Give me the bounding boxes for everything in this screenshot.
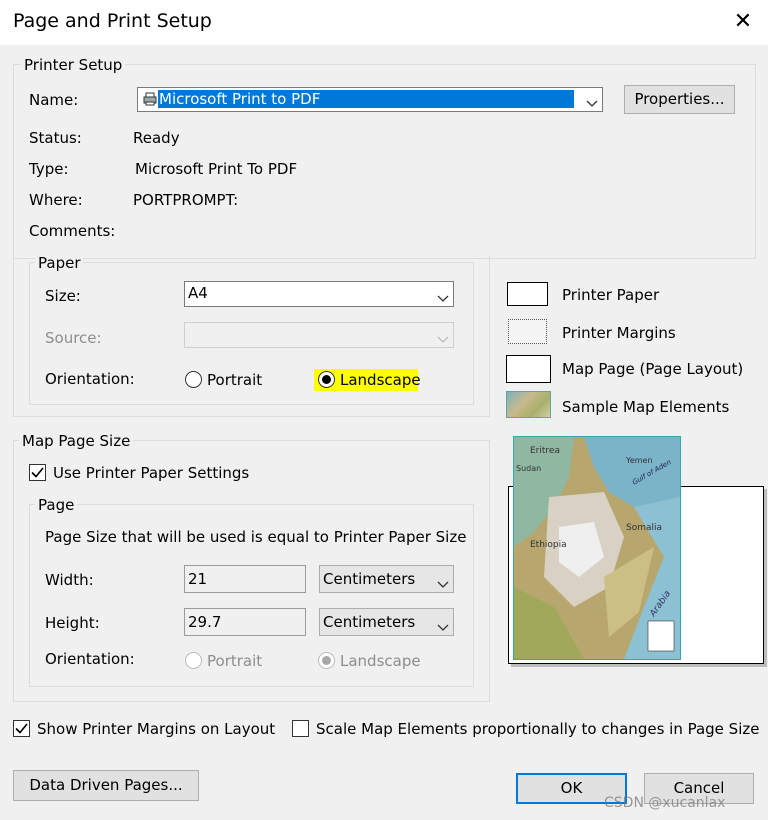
printer-setup-label: Printer Setup xyxy=(21,56,126,74)
portrait-radio-label[interactable]: Portrait xyxy=(207,371,262,389)
map-label-somalia: Somalia xyxy=(626,523,662,533)
chevron-down-icon xyxy=(437,330,449,343)
map-label-ethiopia: Ethiopia xyxy=(530,540,567,550)
height-unit-value: Centimeters xyxy=(323,613,416,631)
type-label: Type: xyxy=(29,160,69,178)
page-portrait-radio xyxy=(185,652,202,669)
legend-printer-margins: Printer Margins xyxy=(562,324,676,342)
map-label-sudan: Sudan xyxy=(516,464,541,473)
chevron-down-icon xyxy=(586,94,598,107)
portrait-radio[interactable] xyxy=(185,371,202,388)
printer-margins-swatch xyxy=(508,319,547,344)
legend-sample-map: Sample Map Elements xyxy=(562,398,730,416)
use-printer-paper-label[interactable]: Use Printer Paper Settings xyxy=(53,464,249,482)
comments-label: Comments: xyxy=(29,222,116,240)
watermark-text: CSDN @xucanlax xyxy=(604,795,726,811)
status-label: Status: xyxy=(29,129,82,147)
printer-name-combo[interactable]: Microsoft Print to PDF xyxy=(137,87,603,112)
height-input: 29.7 xyxy=(184,608,306,636)
page-preview: Eritrea Sudan Yemen Gulf of Aden Ethiopi… xyxy=(506,434,768,666)
where-label: Where: xyxy=(29,191,83,209)
name-label: Name: xyxy=(29,91,79,109)
width-unit-combo: Centimeters xyxy=(319,565,454,593)
width-input: 21 xyxy=(184,565,306,593)
page-label: Page xyxy=(35,496,78,514)
width-label: Width: xyxy=(45,571,94,589)
paper-source-combo xyxy=(184,322,454,348)
map-page-preview: Eritrea Sudan Yemen Gulf of Aden Ethiopi… xyxy=(513,436,681,660)
paper-size-value: A4 xyxy=(188,284,208,302)
height-label: Height: xyxy=(45,614,100,632)
width-value: 21 xyxy=(188,570,208,588)
chevron-down-icon xyxy=(437,618,449,631)
landscape-radio-label[interactable]: Landscape xyxy=(340,371,421,389)
show-margins-label[interactable]: Show Printer Margins on Layout xyxy=(37,720,275,738)
status-value: Ready xyxy=(133,129,180,147)
page-portrait-label: Portrait xyxy=(207,652,263,670)
printer-paper-swatch xyxy=(507,282,548,306)
legend-printer-paper: Printer Paper xyxy=(562,286,660,304)
properties-button[interactable]: Properties... xyxy=(624,85,735,114)
paper-size-combo[interactable]: A4 xyxy=(184,281,454,307)
data-driven-pages-button[interactable]: Data Driven Pages... xyxy=(13,770,199,801)
close-icon[interactable]: ✕ xyxy=(730,8,756,36)
width-unit-value: Centimeters xyxy=(323,570,416,588)
map-page-size-label: Map Page Size xyxy=(19,432,134,450)
scale-elements-label[interactable]: Scale Map Elements proportionally to cha… xyxy=(316,720,759,738)
chevron-down-icon xyxy=(437,575,449,588)
page-size-info: Page Size that will be used is equal to … xyxy=(45,528,467,546)
show-margins-checkbox[interactable] xyxy=(13,720,30,737)
source-label: Source: xyxy=(45,329,102,347)
page-landscape-label: Landscape xyxy=(340,652,421,670)
height-value: 29.7 xyxy=(188,613,222,631)
paper-orientation-label: Orientation: xyxy=(45,370,135,388)
legend-map-page: Map Page (Page Layout) xyxy=(562,360,744,378)
map-label-eritrea: Eritrea xyxy=(530,446,560,456)
where-value: PORTPROMPT: xyxy=(133,191,239,209)
window-title: Page and Print Setup xyxy=(13,10,212,32)
type-value: Microsoft Print To PDF xyxy=(135,160,298,178)
chevron-down-icon xyxy=(437,289,449,302)
paper-label: Paper xyxy=(35,254,84,272)
use-printer-paper-checkbox[interactable] xyxy=(29,464,46,481)
size-label: Size: xyxy=(45,287,81,305)
sample-map-swatch xyxy=(506,391,551,418)
printer-name-value: Microsoft Print to PDF xyxy=(158,90,574,108)
map-page-swatch xyxy=(506,355,551,383)
page-orientation-label: Orientation: xyxy=(45,650,135,668)
scale-elements-checkbox[interactable] xyxy=(292,720,309,737)
printer-icon xyxy=(142,91,158,107)
page-landscape-radio xyxy=(318,652,335,669)
landscape-radio[interactable] xyxy=(318,371,335,388)
map-label-yemen: Yemen xyxy=(625,456,653,465)
height-unit-combo: Centimeters xyxy=(319,608,454,636)
